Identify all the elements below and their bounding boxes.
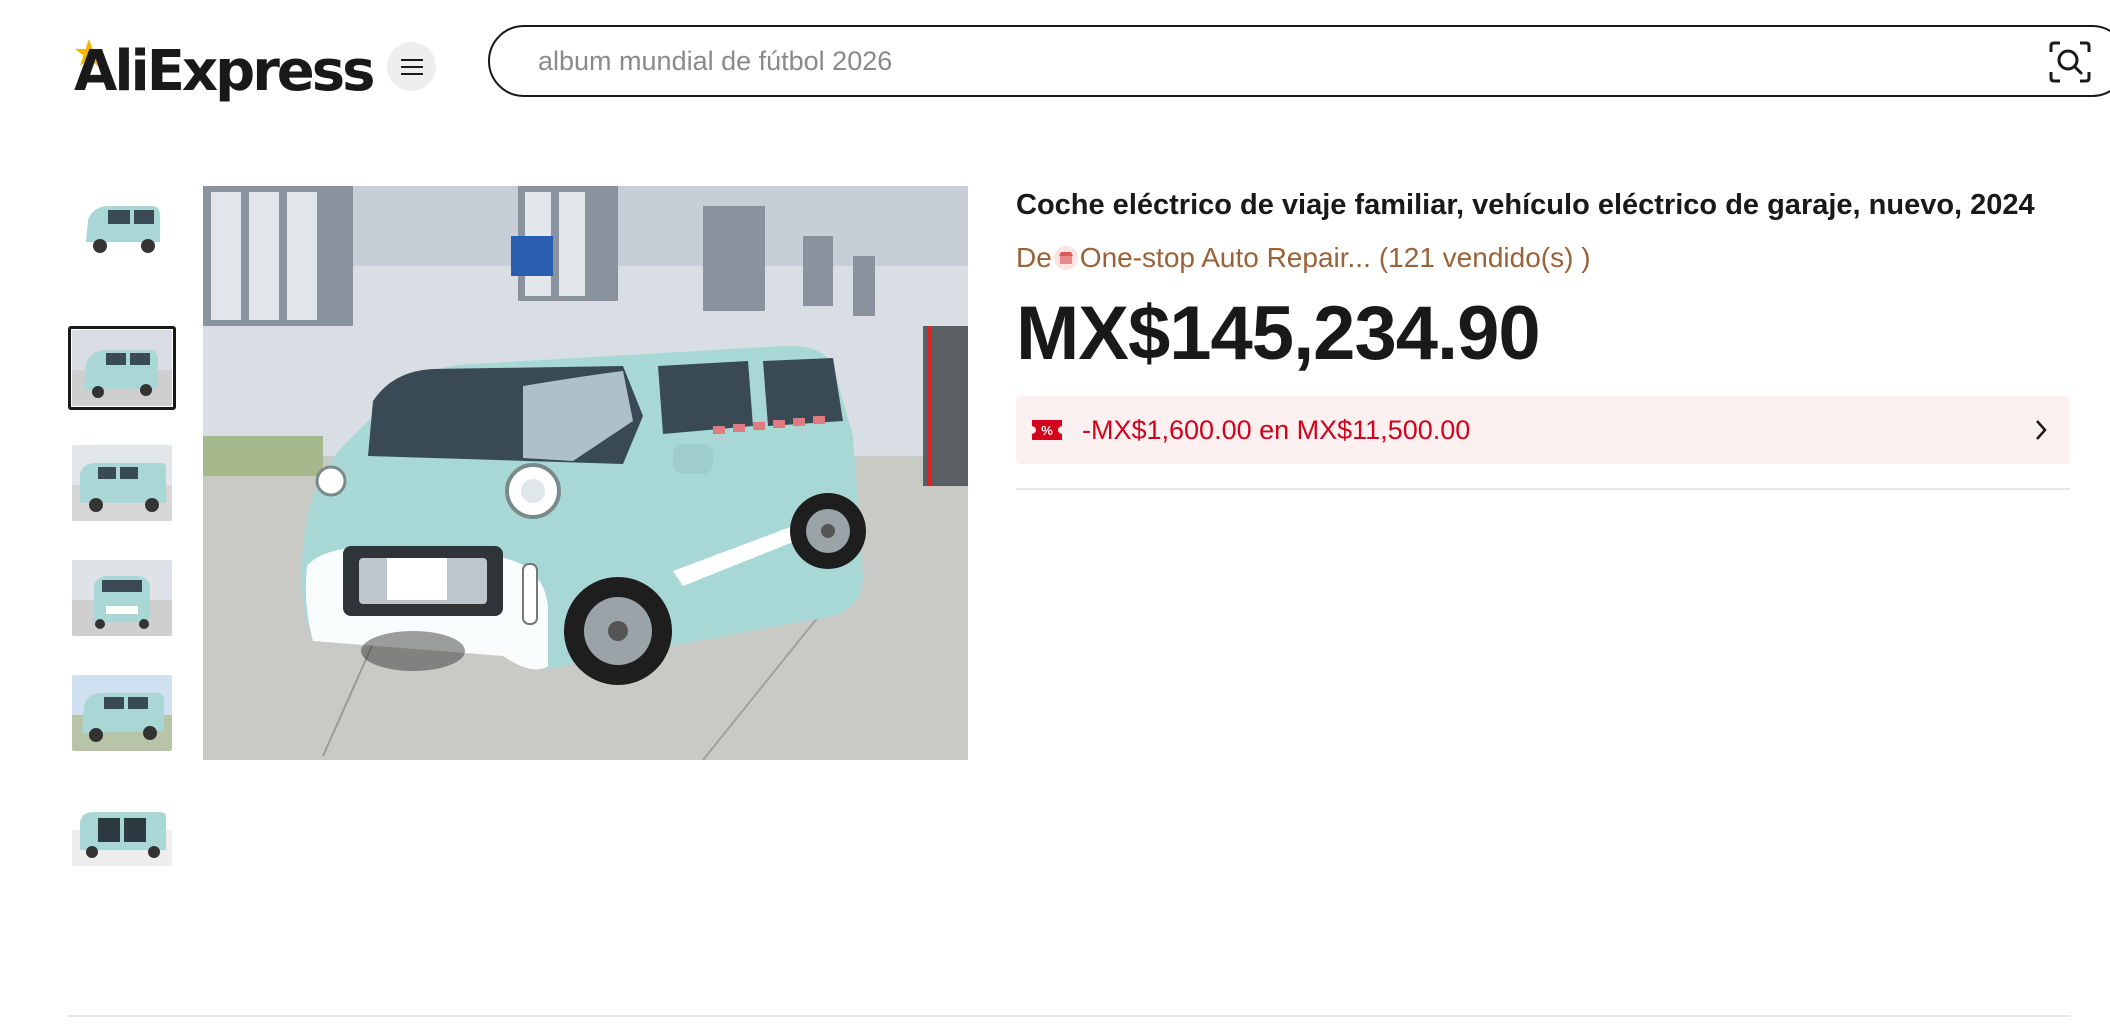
thumbnail-image [72, 675, 172, 751]
van-illustration [203, 186, 968, 760]
thumbnail-2[interactable] [68, 326, 176, 410]
percent-coupon-icon: % [1032, 420, 1062, 440]
store-name-link[interactable]: One-stop Auto Repair... [1080, 240, 1371, 276]
thumbnail-image [72, 190, 172, 266]
coupon-banner[interactable]: % -MX$1,600.00 en MX$11,500.00 [1016, 396, 2070, 464]
store-prefix: De [1016, 242, 1052, 273]
thumbnail-image [72, 330, 172, 406]
aliexpress-logo[interactable]: AliExpress [74, 30, 375, 104]
store-line: De One-stop Auto Repair... (121 vendido(… [1016, 240, 2070, 276]
product-price: MX$145,234.90 [1016, 291, 1541, 376]
store-icon [1053, 246, 1078, 270]
product-title: Coche eléctrico de viaje familiar, vehíc… [1016, 189, 2035, 221]
chevron-right-icon [2036, 420, 2047, 440]
thumbnail-4[interactable] [68, 556, 176, 640]
section-divider [1016, 488, 2070, 490]
search-input[interactable] [538, 45, 1938, 77]
thumbnail-6[interactable] [68, 786, 176, 870]
product-info: Coche eléctrico de viaje familiar, vehíc… [1016, 186, 2070, 464]
thumbnail-image [72, 560, 172, 636]
page-divider [68, 1015, 2070, 1017]
main-product-image[interactable] [203, 186, 968, 760]
coupon-text: -MX$1,600.00 en MX$11,500.00 [1082, 414, 1471, 445]
header: AliExpress [0, 0, 2110, 124]
search-bar [488, 25, 2110, 97]
thumbnail-image [72, 790, 172, 866]
svg-text:%: % [1041, 423, 1053, 438]
hamburger-menu-icon [400, 58, 423, 75]
logo-text: AliExpress [74, 39, 375, 104]
thumbnail-3[interactable] [68, 441, 176, 525]
menu-button[interactable] [387, 42, 436, 91]
thumbnail-5[interactable] [68, 671, 176, 755]
sold-count: (121 vendido(s) ) [1378, 242, 1591, 273]
thumbnail-image [72, 445, 172, 521]
thumbnail-1[interactable] [68, 186, 176, 270]
image-search-icon[interactable] [2048, 40, 2092, 84]
